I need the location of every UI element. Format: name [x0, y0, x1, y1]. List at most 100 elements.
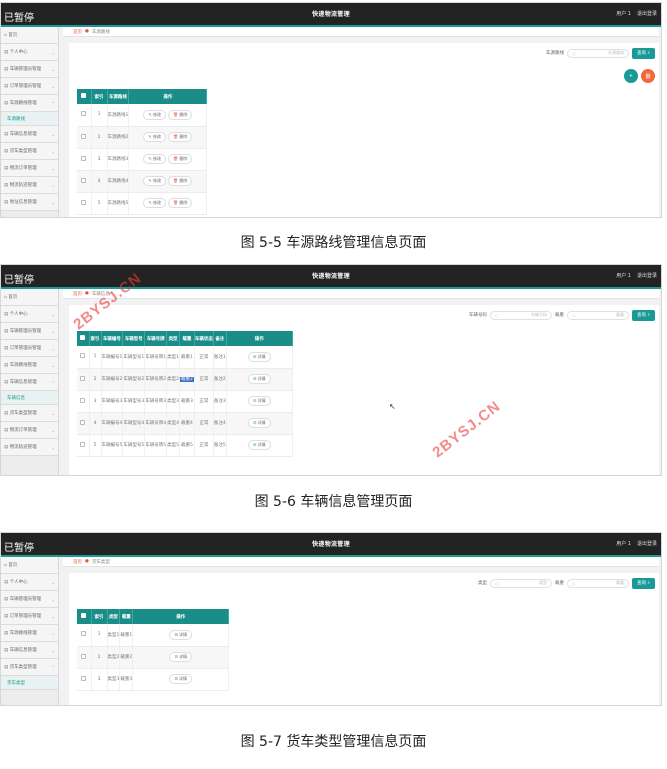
detail-button[interactable]: 详情 — [247, 374, 271, 384]
row-actions: 修改删除 — [128, 170, 208, 193]
sidebar-item-address[interactable]: 地址信息管理⌄ — [1, 194, 58, 211]
sidebar-item-truck-type[interactable]: 货车类型管理⌃ — [1, 659, 58, 676]
edit-button[interactable]: 修改 — [143, 109, 166, 120]
cell-text: 正常 — [199, 354, 209, 360]
sidebar-item-personal[interactable]: 个人中心⌄ — [1, 44, 58, 61]
row-checkbox[interactable] — [77, 668, 92, 691]
remove-button[interactable]: 删除 — [168, 154, 193, 164]
select-all-checkbox[interactable] — [77, 331, 90, 346]
sidebar-item-vehicle-admin[interactable]: 车辆管理员管理⌄ — [1, 323, 58, 340]
sidebar-item-home[interactable]: 首页 — [1, 557, 58, 574]
remove-button[interactable]: 删除 — [168, 109, 193, 120]
sidebar-item-route[interactable]: 车源路线管理⌄ — [1, 625, 58, 642]
chevron-down-icon: ⌄ — [51, 630, 55, 636]
row-actions: 详情 — [226, 412, 293, 435]
edit-button[interactable]: 修改 — [143, 198, 166, 208]
breadcrumb-home[interactable]: 首页 — [73, 29, 82, 35]
breadcrumb-home[interactable]: 首页 — [73, 559, 82, 565]
row-checkbox[interactable] — [77, 390, 90, 413]
edit-button[interactable]: 修改 — [143, 154, 166, 164]
sidebar-subitem-route[interactable]: 车源路线 — [1, 112, 58, 126]
dot-icon: ● — [85, 559, 89, 564]
logout-link[interactable]: 退出登录 — [637, 541, 657, 547]
select-all-checkbox[interactable] — [77, 89, 92, 104]
delete-button[interactable]: 删 — [641, 69, 655, 83]
load-search-input[interactable]: ○ 载重 — [567, 310, 630, 320]
detail-button[interactable]: 详情 — [169, 674, 193, 684]
query-button[interactable]: 查询 ⌕ — [632, 47, 655, 59]
sidebar-item-order[interactable]: 物流订单管理⌄ — [1, 160, 58, 177]
plate-search-input[interactable]: ○ 车辆号码 — [490, 310, 553, 320]
row-checkbox[interactable] — [77, 104, 92, 127]
sidebar-item-personal[interactable]: 个人中心⌄ — [1, 574, 58, 591]
search-input[interactable]: ○ 车源路线 — [567, 48, 630, 58]
detail-button[interactable]: 详情 — [247, 440, 271, 450]
sidebar-item-order[interactable]: 物流订单管理⌄ — [1, 422, 58, 439]
sidebar-item-route[interactable]: 车源路线管理⌃ — [1, 95, 58, 112]
cell-text: 车辆号牌5 — [145, 443, 167, 448]
chevron-down-icon: ⌄ — [51, 647, 55, 653]
sidebar-item-truck-type[interactable]: 货车类型管理⌄ — [1, 405, 58, 422]
detail-button[interactable]: 详情 — [169, 629, 193, 640]
detail-button[interactable]: 详情 — [169, 652, 193, 662]
edit-button[interactable]: 修改 — [143, 176, 166, 186]
detail-button[interactable]: 详情 — [247, 396, 271, 406]
sidebar-item-vehicle-admin[interactable]: 车辆管理员管理⌄ — [1, 61, 58, 78]
detail-button[interactable]: 详情 — [247, 351, 271, 362]
sidebar-item-truck-type[interactable]: 货车类型管理⌄ — [1, 143, 58, 160]
table-row: 3类型3载重3 详情 — [77, 668, 230, 691]
sidebar-item-track[interactable]: 物流轨迹管理⌄ — [1, 439, 58, 456]
query-button[interactable]: 查询 ⌕ — [632, 577, 655, 589]
user-name[interactable]: 用户 1 — [616, 541, 631, 547]
cell-text: 1 — [93, 354, 97, 360]
sidebar-item-personal[interactable]: 个人中心⌄ — [1, 306, 58, 323]
column-header: 操作 — [128, 89, 208, 104]
breadcrumb-home[interactable]: 首页 — [73, 291, 82, 297]
sidebar-item-vehicle-info[interactable]: 车辆信息管理⌃ — [1, 374, 58, 391]
sidebar-item-vehicle-info[interactable]: 车辆信息管理⌄ — [1, 126, 58, 143]
chevron-down-icon: ⌄ — [51, 148, 55, 154]
remove-button[interactable]: 删除 — [168, 132, 193, 142]
query-button[interactable]: 查询 ⌕ — [632, 309, 655, 321]
table-cell: 车辆号牌1 — [144, 346, 168, 369]
row-checkbox[interactable] — [77, 170, 92, 193]
row-checkbox[interactable] — [77, 126, 92, 149]
sidebar-subitem-vehicle[interactable]: 车辆信息 — [1, 391, 58, 405]
sidebar-item-order-admin[interactable]: 订单管理员管理⌄ — [1, 78, 58, 95]
row-actions: 详情 — [132, 668, 230, 691]
row-checkbox[interactable] — [77, 192, 92, 215]
remove-button[interactable]: 删除 — [168, 198, 193, 208]
detail-button[interactable]: 详情 — [247, 418, 271, 428]
sidebar-item-route[interactable]: 车源路线管理⌄ — [1, 357, 58, 374]
row-checkbox[interactable] — [77, 434, 90, 457]
logout-link[interactable]: 退出登录 — [637, 11, 657, 17]
sidebar-item-home[interactable]: 首页 — [1, 289, 58, 306]
sidebar-item-order-admin[interactable]: 订单管理员管理⌄ — [1, 608, 58, 625]
row-checkbox[interactable] — [77, 412, 90, 435]
user-name[interactable]: 用户 1 — [616, 11, 631, 17]
main-content: 首页 ● 货车类型 类型 ○ 类型 载重 ○ 载重 查询 ⌕ 索引 类型 载重 操作 1 类型1… — [63, 557, 659, 705]
chevron-down-icon: ⌄ — [51, 66, 55, 72]
add-button[interactable]: + — [624, 69, 638, 83]
sidebar-subitem-truck-type[interactable]: 货车类型 — [1, 676, 58, 690]
logout-link[interactable]: 退出登录 — [637, 273, 657, 279]
sidebar-item-track[interactable]: 物流轨迹管理⌄ — [1, 177, 58, 194]
select-all-checkbox[interactable] — [77, 609, 92, 624]
row-actions: 修改删除 — [128, 148, 208, 171]
type-search-input[interactable]: ○ 类型 — [490, 578, 553, 588]
sidebar-item-vehicle-info[interactable]: 车辆信息管理⌄ — [1, 642, 58, 659]
user-name[interactable]: 用户 1 — [616, 273, 631, 279]
row-checkbox[interactable] — [77, 368, 90, 391]
sidebar-item-home[interactable]: 首页 — [1, 27, 58, 44]
row-checkbox[interactable] — [77, 624, 92, 647]
row-checkbox[interactable] — [77, 148, 92, 171]
table-cell: 类型1 — [107, 624, 121, 647]
sidebar-item-vehicle-admin[interactable]: 车辆管理员管理⌄ — [1, 591, 58, 608]
edit-button[interactable]: 修改 — [143, 132, 166, 142]
row-checkbox[interactable] — [77, 646, 92, 669]
row-checkbox[interactable] — [77, 346, 90, 369]
remove-button[interactable]: 删除 — [168, 176, 193, 186]
sidebar-item-order-admin[interactable]: 订单管理员管理⌄ — [1, 340, 58, 357]
column-header: 索引 — [91, 89, 108, 104]
load-search-input[interactable]: ○ 载重 — [567, 578, 630, 588]
